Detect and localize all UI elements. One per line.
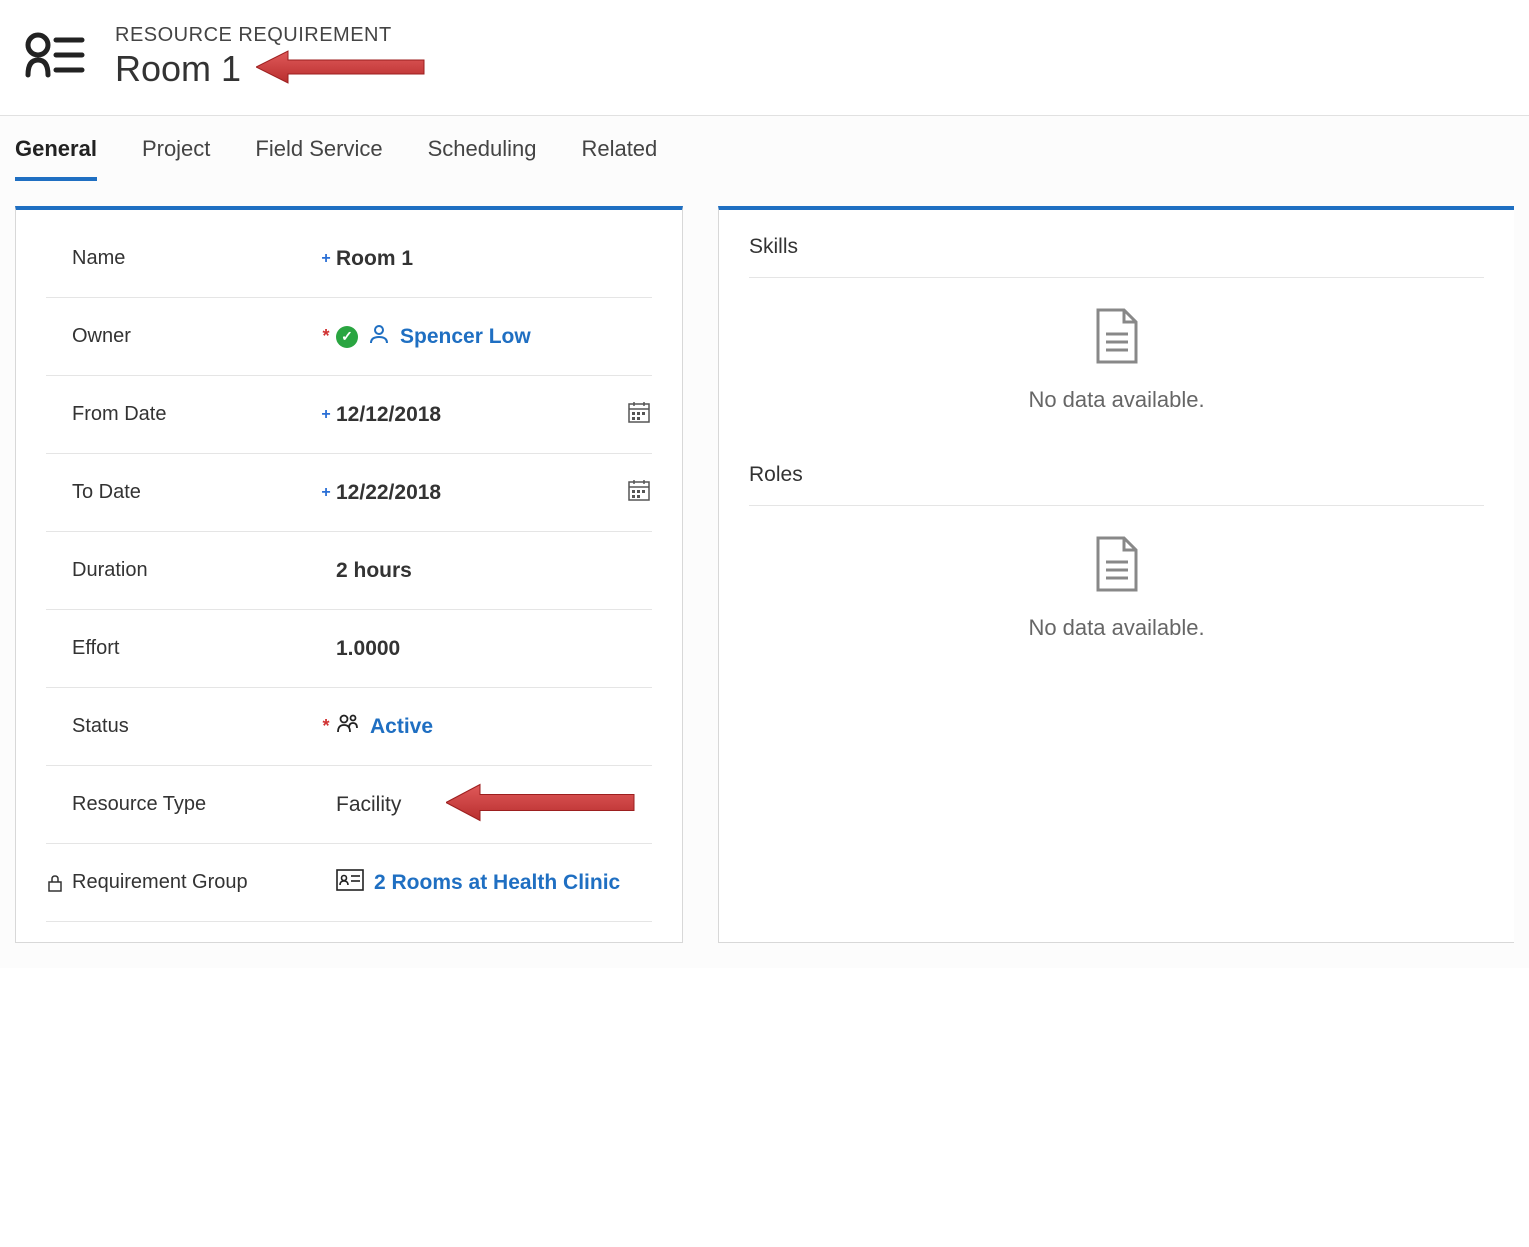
entity-icon xyxy=(20,20,90,95)
content-area: Name + Room 1 Owner * ✓ Spencer Low Fro xyxy=(0,181,1529,968)
field-value-to-date[interactable]: 12/22/2018 xyxy=(336,477,652,509)
owner-link[interactable]: Spencer Low xyxy=(400,325,531,349)
card-icon xyxy=(336,869,364,897)
roles-section-title: Roles xyxy=(749,463,1484,506)
field-value-duration[interactable]: 2 hours xyxy=(336,559,652,583)
field-row-effort[interactable]: Effort 1.0000 xyxy=(46,610,652,688)
required-indicator-icon: * xyxy=(316,326,336,347)
field-value-requirement-group[interactable]: 2 Rooms at Health Clinic xyxy=(336,869,652,897)
annotation-arrow-icon xyxy=(256,47,426,92)
tab-general[interactable]: General xyxy=(15,126,97,181)
field-label: Duration xyxy=(72,559,148,582)
field-label: Name xyxy=(72,247,125,270)
field-label: Requirement Group xyxy=(72,871,248,894)
skills-empty-text: No data available. xyxy=(1028,387,1204,413)
field-value-from-date[interactable]: 12/12/2018 xyxy=(336,399,652,431)
field-row-to-date[interactable]: To Date + 12/22/2018 xyxy=(46,454,652,532)
person-icon xyxy=(368,323,390,351)
field-value-owner[interactable]: ✓ Spencer Low xyxy=(336,323,652,351)
page-header: RESOURCE REQUIREMENT Room 1 xyxy=(0,0,1529,115)
tab-scheduling[interactable]: Scheduling xyxy=(428,126,537,181)
skills-section-title: Skills xyxy=(749,235,1484,278)
field-row-name[interactable]: Name + Room 1 xyxy=(46,220,652,298)
field-value-status[interactable]: Active xyxy=(336,712,652,742)
field-label: Resource Type xyxy=(72,793,206,816)
field-row-status[interactable]: Status * Active xyxy=(46,688,652,766)
annotation-arrow-icon xyxy=(446,780,636,829)
document-icon xyxy=(1094,536,1140,597)
calendar-icon[interactable] xyxy=(626,399,652,431)
requirement-group-link[interactable]: 2 Rooms at Health Clinic xyxy=(374,871,620,895)
page-title: Room 1 xyxy=(115,48,241,90)
status-icon xyxy=(336,712,360,742)
recommended-indicator-icon: + xyxy=(316,406,336,424)
check-badge-icon: ✓ xyxy=(336,326,358,348)
field-label: Owner xyxy=(72,325,131,348)
to-date-text: 12/22/2018 xyxy=(336,481,441,505)
required-indicator-icon: * xyxy=(316,716,336,737)
entity-type-label: RESOURCE REQUIREMENT xyxy=(115,24,426,47)
tab-field-service[interactable]: Field Service xyxy=(255,126,382,181)
calendar-icon[interactable] xyxy=(626,477,652,509)
tab-bar: General Project Field Service Scheduling… xyxy=(0,115,1529,181)
lock-icon xyxy=(46,874,64,892)
field-row-requirement-group[interactable]: Requirement Group 2 Rooms at Health Clin… xyxy=(46,844,652,922)
recommended-indicator-icon: + xyxy=(316,484,336,502)
field-row-resource-type[interactable]: Resource Type Facility xyxy=(46,766,652,844)
field-row-duration[interactable]: Duration 2 hours xyxy=(46,532,652,610)
side-panel: Skills No data available. Roles No data … xyxy=(718,206,1514,943)
skills-empty-state: No data available. xyxy=(749,278,1484,443)
field-label: To Date xyxy=(72,481,141,504)
recommended-indicator-icon: + xyxy=(316,250,336,268)
field-row-from-date[interactable]: From Date + 12/12/2018 xyxy=(46,376,652,454)
roles-empty-text: No data available. xyxy=(1028,615,1204,641)
tab-project[interactable]: Project xyxy=(142,126,210,181)
field-row-owner[interactable]: Owner * ✓ Spencer Low xyxy=(46,298,652,376)
field-label: Status xyxy=(72,715,129,738)
tab-related[interactable]: Related xyxy=(581,126,657,181)
status-link[interactable]: Active xyxy=(370,715,433,739)
from-date-text: 12/12/2018 xyxy=(336,403,441,427)
roles-empty-state: No data available. xyxy=(749,506,1484,671)
document-icon xyxy=(1094,308,1140,369)
field-label: Effort xyxy=(72,637,119,660)
field-label: From Date xyxy=(72,403,166,426)
field-value-name[interactable]: Room 1 xyxy=(336,247,652,271)
field-value-effort[interactable]: 1.0000 xyxy=(336,637,652,661)
general-panel: Name + Room 1 Owner * ✓ Spencer Low Fro xyxy=(15,206,683,943)
